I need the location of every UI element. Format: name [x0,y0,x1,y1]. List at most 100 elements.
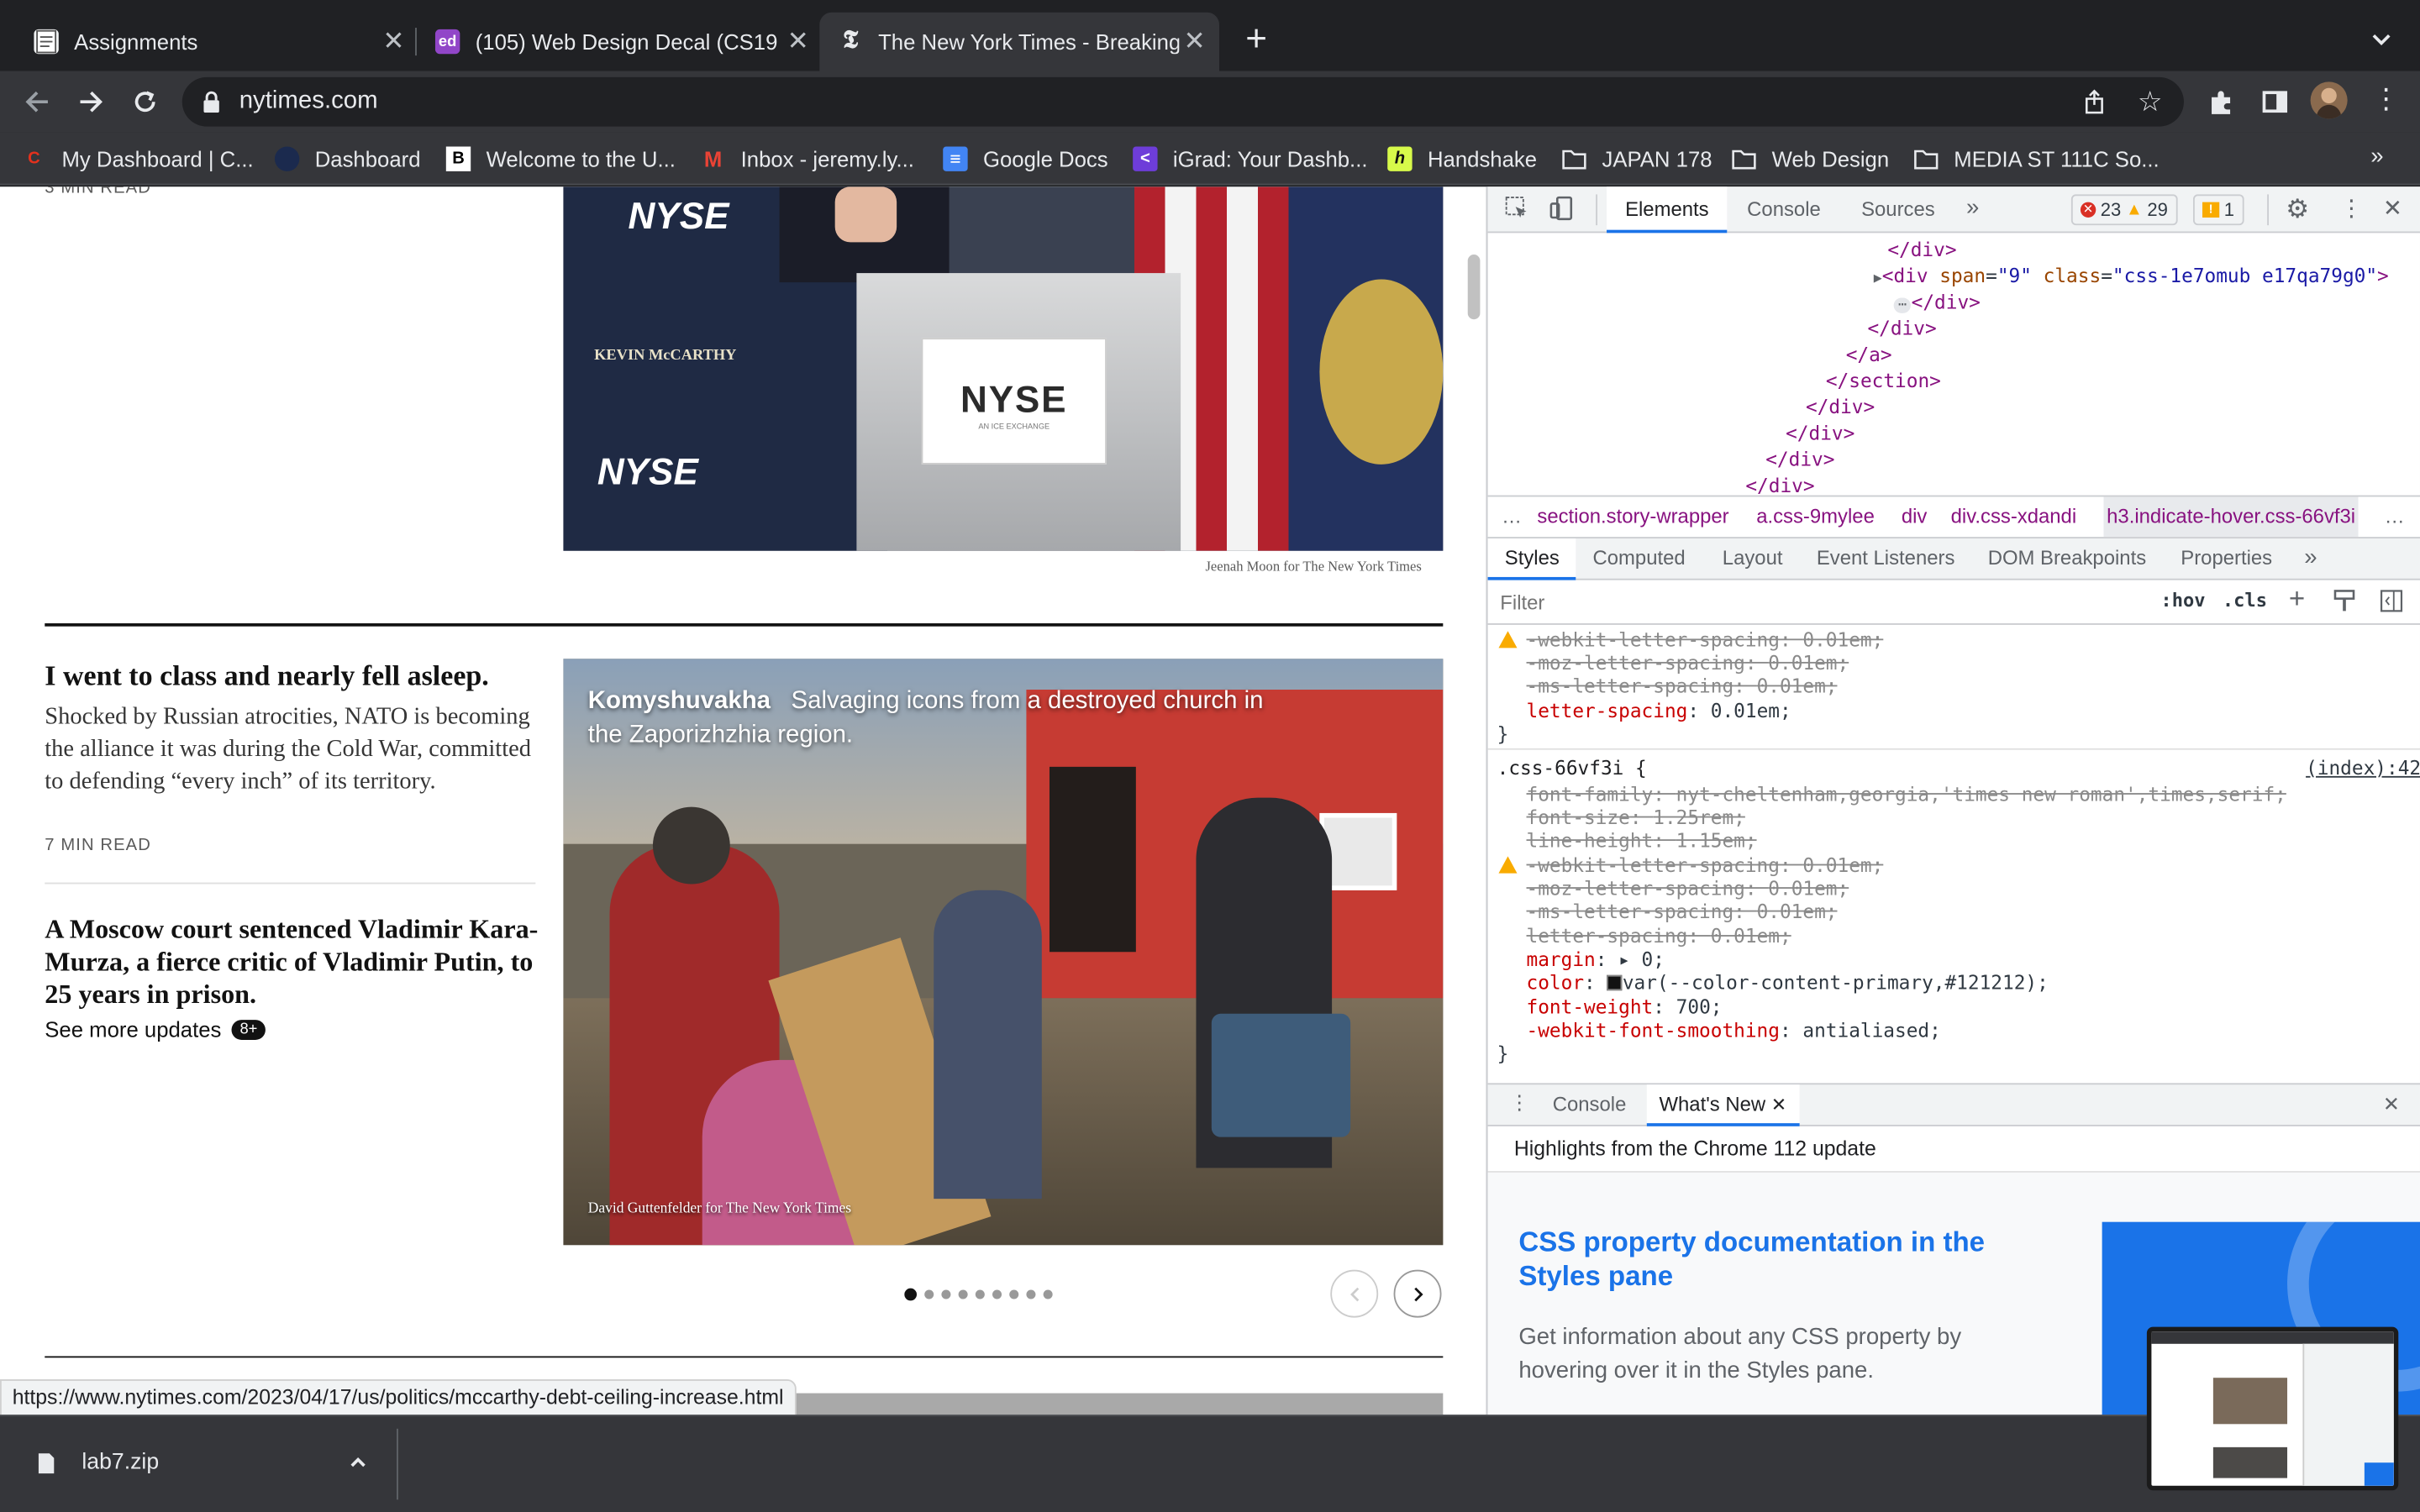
see-more-updates-link[interactable]: See more updates 8+ [45,1016,266,1042]
close-tab-icon[interactable]: ✕ [378,26,409,57]
dom-node[interactable]: </a> [1846,343,1892,366]
class-toggle[interactable]: .cls [2223,590,2267,612]
pagination-dot[interactable] [924,1289,934,1299]
subtab-properties[interactable]: Properties [2181,538,2272,577]
error-warning-counter[interactable]: ✕ 23 ▲ 29 [2070,194,2177,226]
css-declaration[interactable]: -ms-letter-spacing: 0.01em; [1527,675,1838,698]
drawer-tab-console[interactable]: Console [1553,1092,1627,1116]
slideshow-next-button[interactable] [1393,1269,1442,1318]
css-declaration[interactable]: letter-spacing: 0.01em; [1527,699,1791,722]
bookmark-my-dashboard[interactable]: C My Dashboard | C... [22,144,254,175]
slideshow-prev-button[interactable] [1330,1269,1379,1318]
close-drawer-icon[interactable]: ✕ [2383,1092,2400,1116]
css-declaration[interactable]: margin: ▸ 0; [1527,948,1665,971]
pagination-dot[interactable] [992,1289,1002,1299]
bookmark-dashboard[interactable]: Dashboard [274,144,421,175]
subtab-dom-breakpoints[interactable]: DOM Breakpoints [1988,538,2146,577]
close-devtools-icon[interactable]: ✕ [2383,194,2402,225]
pagination-dot[interactable] [941,1289,951,1299]
bookmark-igrad[interactable]: < iGrad: Your Dashb... [1133,144,1367,175]
breadcrumb-item[interactable]: div [1902,496,1928,537]
dom-node[interactable]: </div> [1765,448,1834,471]
toggle-sidebar-icon[interactable] [2380,590,2403,617]
breadcrumb-overflow-icon[interactable]: … [2385,496,2405,537]
close-tab-icon[interactable]: ✕ [1179,26,1210,57]
story-headline[interactable]: I went to class and nearly fell asleep. [45,662,539,695]
bookmarks-overflow-icon[interactable]: » [2370,144,2383,170]
css-declaration[interactable]: line-height: 1.15em; [1527,828,1757,852]
css-declaration[interactable]: font-size: 1.25rem; [1527,806,1745,829]
new-style-rule-plus-icon[interactable]: + [2289,583,2305,616]
dom-node[interactable]: </div> [1867,317,1936,340]
podium-photo[interactable]: NYSE KEVIN McCARTHY NYSE NYSE AN ICE EXC… [563,186,1444,551]
drawer-tab-whats-new[interactable]: What's New ✕ [1646,1084,1799,1126]
subtab-event-listeners[interactable]: Event Listeners [1817,538,1955,577]
devtools-tab-sources[interactable]: Sources [1861,186,1935,231]
drawer-menu-icon[interactable]: ⋮ [1509,1091,1529,1116]
download-filename[interactable]: lab7.zip [82,1451,159,1475]
kebab-menu-icon[interactable]: ⋮ [2372,83,2400,114]
lock-icon[interactable] [201,91,223,113]
close-tab-icon[interactable]: ✕ [782,26,813,57]
dom-node[interactable]: </section> [1826,369,1941,392]
story-headline[interactable]: A Moscow court sentenced Vladimir Kara-M… [45,913,539,1011]
new-tab-plus-icon[interactable]: + [1241,21,1272,58]
css-declaration[interactable]: letter-spacing: 0.01em; [1527,924,1791,948]
slideshow-photo[interactable]: Komyshuvakha Salvaging icons from a dest… [563,659,1444,1246]
breadcrumb-item[interactable]: a.css-9mylee [1756,496,1875,537]
css-declaration[interactable]: -moz-letter-spacing: 0.01em; [1527,876,1849,900]
hover-state-toggle[interactable]: :hov [2160,590,2205,612]
more-tabs-icon[interactable]: » [1966,186,1979,229]
tab-search-chevron-icon[interactable] [2368,26,2396,54]
device-toolbar-icon[interactable] [1549,196,1574,225]
close-tab-icon[interactable]: ✕ [1771,1094,1786,1116]
css-selector[interactable]: .css-66vf3i { [1497,756,1647,780]
dom-node[interactable]: ⋯ </div> [1893,290,1981,313]
breadcrumb-item-selected[interactable]: h3.indicate-hover.css-66vf3i [2103,496,2359,538]
reload-icon[interactable] [124,81,166,123]
subtab-styles[interactable]: Styles [1487,538,1577,580]
pagination-dot[interactable] [1009,1289,1019,1299]
bookmark-google-docs[interactable]: Google Docs [943,144,1108,175]
side-panel-icon[interactable] [2261,88,2289,123]
dom-node[interactable]: </div> [1745,474,1814,496]
address-url[interactable]: nytimes.com [239,88,378,116]
bookmark-star-icon[interactable]: ☆ [2138,87,2163,119]
css-declaration[interactable]: font-family: nyt-cheltenham,georgia,'tim… [1527,782,2286,806]
breadcrumb-overflow-icon[interactable]: … [1502,496,1522,537]
subtab-layout[interactable]: Layout [1723,538,1783,577]
styles-filter-input[interactable] [1500,585,2141,617]
breadcrumb-item[interactable]: div.css-xdandi [1951,496,2077,537]
css-declaration[interactable]: -webkit-font-smoothing: antialiased; [1527,1018,1941,1042]
more-subtabs-icon[interactable]: » [2304,538,2317,577]
dom-node[interactable]: </div> [1786,421,1854,444]
tab-web-design-decal[interactable]: ed (105) Web Design Decal (CS19 ✕ [420,13,813,71]
stylesheet-source-link[interactable]: (index):42 [2306,756,2420,780]
devtools-menu-icon[interactable]: ⋮ [2339,194,2363,225]
download-chevron-up-icon[interactable] [345,1451,370,1483]
feature-title[interactable]: CSS property documentation in the Styles… [1518,1225,2012,1293]
dom-node[interactable]: </div> [1887,238,1956,261]
css-declaration[interactable]: -ms-letter-spacing: 0.01em; [1527,900,1838,923]
paint-roller-icon[interactable] [2333,590,2357,617]
pagination-dot-active[interactable] [904,1288,918,1301]
breadcrumb-item[interactable]: section.story-wrapper [1537,496,1728,537]
pagination-dot[interactable] [1026,1289,1036,1299]
css-declaration[interactable]: -webkit-letter-spacing: 0.01em; [1527,628,1884,652]
page-scrollbar-thumb[interactable] [1467,255,1481,320]
bookmark-folder-japan[interactable]: JAPAN 178 [1562,144,1712,175]
css-declaration[interactable]: font-weight: 700; [1527,995,1723,1019]
color-swatch[interactable] [1607,974,1623,991]
tab-assignments[interactable]: Assignments ✕ [15,13,408,71]
dom-node-expandable[interactable]: ▶<div span="9" class="css-1e7omub e17qa7… [1874,264,2389,287]
issues-counter[interactable]: ! 1 [2192,194,2244,226]
css-declaration[interactable]: -moz-letter-spacing: 0.01em; [1527,651,1849,675]
bookmark-inbox[interactable]: M Inbox - jeremy.ly... [701,144,914,175]
devtools-tab-elements[interactable]: Elements [1607,186,1728,234]
pagination-dot[interactable] [1043,1289,1053,1299]
pagination-dot[interactable] [958,1289,968,1299]
dom-node[interactable]: </div> [1806,395,1875,418]
extensions-puzzle-icon[interactable] [2207,88,2235,123]
bookmark-folder-web-design[interactable]: Web Design [1732,144,1889,175]
devtools-tab-console[interactable]: Console [1747,186,1821,231]
